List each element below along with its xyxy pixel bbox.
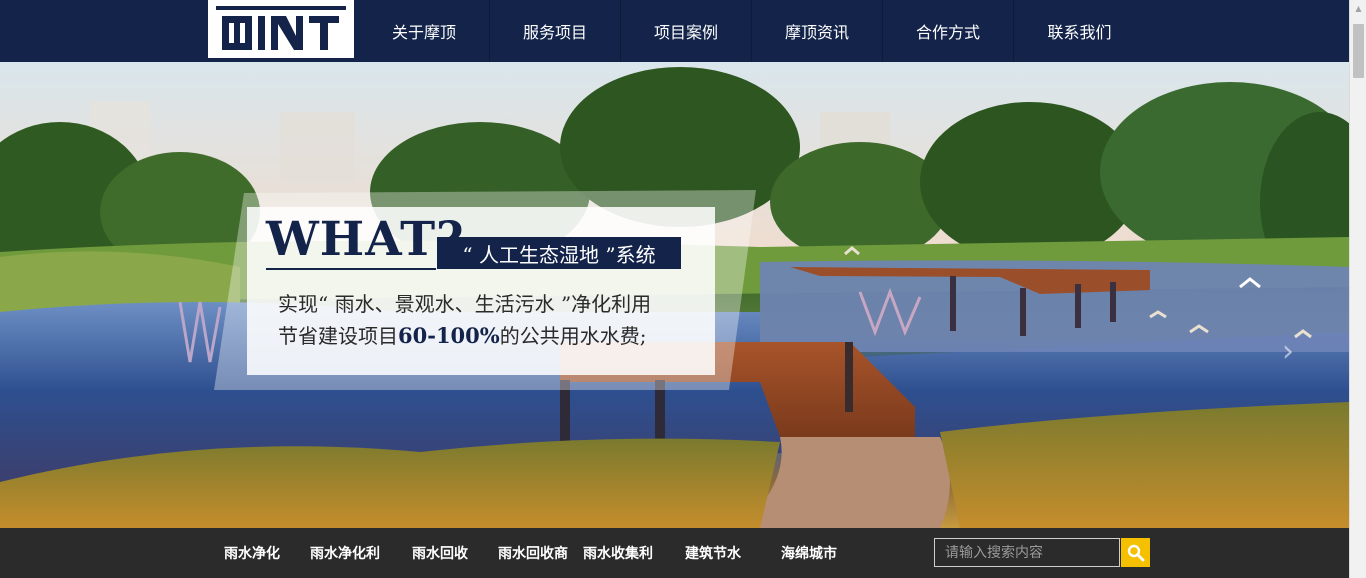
mint-logo-icon <box>216 6 346 50</box>
top-nav-bar: 关于摩顶 服务项目 项目案例 摩顶资讯 合作方式 联系我们 <box>0 0 1349 62</box>
chevron-right-icon[interactable]: › <box>1282 334 1294 369</box>
nav-item-cases[interactable]: 项目案例 <box>621 0 752 62</box>
keyword-link[interactable]: 雨水回收 <box>412 543 468 563</box>
nav-item-about[interactable]: 关于摩顶 <box>359 0 490 62</box>
search-input[interactable] <box>934 538 1120 567</box>
nav-item-contact[interactable]: 联系我们 <box>1014 0 1145 62</box>
search-icon <box>1127 544 1144 561</box>
banner-text-panel: WHAT? “ 人工生态湿地 ”系统 实现“ 雨水、景观水、生活污水 ”净化利用… <box>214 190 756 390</box>
keyword-search-bar: 雨水净化 雨水净化利 雨水回收 雨水回收商 雨水收集利 建筑节水 海绵城市 <box>0 528 1349 578</box>
nav-item-news[interactable]: 摩顶资讯 <box>752 0 883 62</box>
banner-line-2: 节省建设项目60-100%的公共用水水费; <box>278 320 646 349</box>
headline-underline <box>266 268 436 270</box>
scroll-up-arrow-icon[interactable]: ▲ <box>1350 0 1366 17</box>
nav-item-cooperation[interactable]: 合作方式 <box>883 0 1014 62</box>
search-button[interactable] <box>1121 538 1150 567</box>
hero-banner[interactable]: WHAT? “ 人工生态湿地 ”系统 实现“ 雨水、景观水、生活污水 ”净化利用… <box>0 62 1349 528</box>
main-nav: 关于摩顶 服务项目 项目案例 摩顶资讯 合作方式 联系我们 <box>359 0 1145 62</box>
banner-line-1: 实现“ 雨水、景观水、生活污水 ”净化利用 <box>278 292 652 316</box>
keyword-link[interactable]: 雨水收集利 <box>583 543 653 563</box>
keyword-link[interactable]: 建筑节水 <box>685 543 741 563</box>
keyword-link[interactable]: 雨水净化利 <box>310 543 380 563</box>
line2-prefix: 节省建设项目 <box>278 324 398 348</box>
page-scrollbar[interactable]: ▲ <box>1349 0 1366 578</box>
line2-suffix: 的公共用水水费; <box>499 324 647 348</box>
hot-keywords: 雨水净化 雨水净化利 雨水回收 雨水回收商 雨水收集利 建筑节水 海绵城市 <box>210 528 837 578</box>
keyword-link[interactable]: 雨水净化 <box>224 543 280 563</box>
line2-highlight: 60-100% <box>398 323 500 348</box>
site-logo[interactable] <box>208 0 354 58</box>
nav-item-services[interactable]: 服务项目 <box>490 0 621 62</box>
keyword-link[interactable]: 海绵城市 <box>781 543 837 563</box>
banner-headline: WHAT? <box>266 212 465 267</box>
scroll-thumb[interactable] <box>1353 24 1364 78</box>
system-label: “ 人工生态湿地 ”系统 <box>437 237 681 269</box>
keyword-link[interactable]: 雨水回收商 <box>498 543 568 563</box>
